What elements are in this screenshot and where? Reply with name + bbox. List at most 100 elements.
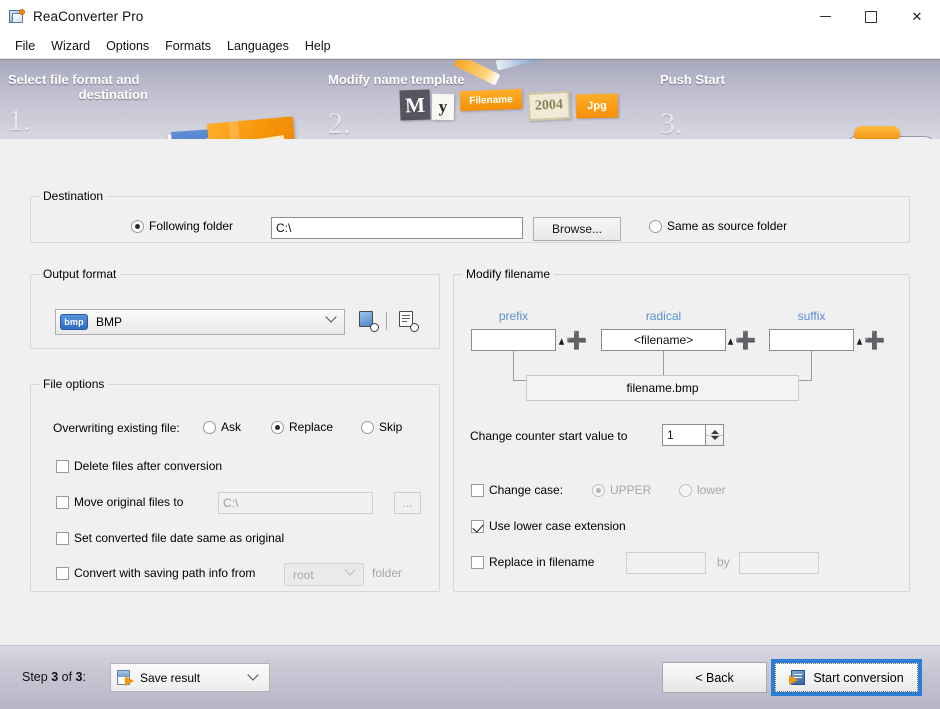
- suffix-label: suffix: [797, 309, 826, 323]
- banner-step-1-title-line1: Select file format and: [8, 72, 140, 87]
- window-title: ReaConverter Pro: [33, 9, 144, 24]
- start-conversion-button[interactable]: Start conversion: [771, 659, 922, 696]
- menu-item-file[interactable]: File: [7, 37, 43, 55]
- modify-filename-group: Modify filename prefix radical suffix ➕ …: [453, 267, 910, 592]
- checkbox-save-path-info-indicator: [56, 566, 69, 580]
- add-prefix-token-icon[interactable]: ➕: [558, 332, 587, 349]
- minimize-button[interactable]: [802, 0, 848, 33]
- radio-overwrite-skip-label: Skip: [379, 420, 403, 434]
- suffix-input[interactable]: [769, 329, 854, 351]
- menu-item-languages[interactable]: Languages: [219, 37, 297, 55]
- menu-item-wizard[interactable]: Wizard: [43, 37, 98, 55]
- brush-icon: [495, 60, 551, 71]
- menu-item-options[interactable]: Options: [98, 37, 157, 55]
- save-result-combo[interactable]: Save result: [110, 663, 270, 692]
- counter-label: Change counter start value to: [470, 429, 628, 443]
- banner-formats-graphic: JPG formats: [157, 116, 308, 139]
- move-original-browse-button[interactable]: ...: [394, 492, 421, 514]
- prefix-label: prefix: [498, 309, 529, 323]
- checkbox-save-path-info[interactable]: Convert with saving path info from: [56, 566, 255, 580]
- replace-by-label: by: [717, 555, 730, 569]
- replace-from-input[interactable]: [626, 552, 706, 574]
- prefix-input[interactable]: [471, 329, 556, 351]
- wizard-banner: Select file format and destination 1. JP…: [0, 59, 940, 139]
- filename-preview: filename.bmp: [526, 375, 799, 401]
- document-settings-icon[interactable]: [398, 311, 419, 332]
- add-suffix-token-icon[interactable]: ➕: [856, 332, 885, 349]
- step-indicator: Step 3 of 3:: [22, 670, 86, 684]
- toolbar-separator: [386, 312, 387, 330]
- destination-path-input[interactable]: [271, 217, 523, 239]
- start-conversion-icon: [789, 669, 806, 686]
- banner-tile-year: 2004: [527, 90, 571, 122]
- replace-to-input[interactable]: [739, 552, 819, 574]
- radio-following-folder[interactable]: Following folder: [131, 219, 233, 233]
- banner-step-3-number: 3.: [660, 107, 683, 139]
- step-mid: of: [58, 670, 76, 684]
- save-path-folder-label: folder: [372, 566, 403, 580]
- app-icon: [9, 8, 25, 25]
- radio-case-upper[interactable]: UPPER: [592, 483, 651, 497]
- radio-case-lower[interactable]: lower: [679, 483, 726, 497]
- checkbox-delete-after-conversion-indicator: [56, 459, 69, 473]
- banner-step-3: Push Start 3.: [660, 72, 840, 139]
- window-controls: ✕: [802, 0, 940, 33]
- save-path-root-combo[interactable]: root: [284, 563, 364, 586]
- banner-step-1: Select file format and destination 1.: [8, 72, 148, 136]
- checkbox-save-path-info-label: Convert with saving path info from: [74, 566, 256, 580]
- counter-input[interactable]: [662, 424, 706, 446]
- radio-case-upper-label: UPPER: [610, 483, 652, 497]
- checkbox-change-case-label: Change case:: [489, 483, 564, 497]
- bmp-format-icon: bmp: [60, 314, 88, 330]
- main-content: Destination Following folder Browse... S…: [0, 139, 940, 634]
- checkbox-delete-after-conversion[interactable]: Delete files after conversion: [56, 459, 222, 473]
- step-prefix: Step: [22, 670, 52, 684]
- close-button[interactable]: ✕: [894, 0, 940, 33]
- radio-overwrite-ask[interactable]: Ask: [203, 420, 241, 434]
- banner-step-1-number: 1.: [8, 104, 31, 137]
- radio-case-upper-indicator: [592, 483, 605, 497]
- radio-following-folder-indicator: [131, 219, 144, 233]
- checkbox-move-original-files-indicator: [56, 495, 69, 509]
- banner-step-1-title-line2: destination: [78, 87, 148, 102]
- checkbox-set-converted-date[interactable]: Set converted file date same as original: [56, 531, 284, 545]
- move-original-path-input[interactable]: [218, 492, 373, 514]
- banner-tile-jpg: Jpg: [575, 93, 619, 119]
- radio-overwrite-ask-indicator: [203, 420, 216, 434]
- add-radical-token-icon[interactable]: ➕: [727, 332, 756, 349]
- output-format-combo[interactable]: bmp BMP: [55, 309, 345, 335]
- file-options-group: File options Overwriting existing file: …: [30, 377, 440, 592]
- checkbox-move-original-files[interactable]: Move original files to: [56, 495, 183, 509]
- radio-overwrite-ask-label: Ask: [221, 420, 242, 434]
- radio-overwrite-replace-indicator: [271, 420, 284, 434]
- radio-overwrite-skip[interactable]: Skip: [361, 420, 402, 434]
- checkbox-move-original-files-label: Move original files to: [74, 495, 184, 509]
- checkbox-set-converted-date-indicator: [56, 531, 69, 545]
- image-settings-icon[interactable]: [358, 311, 379, 332]
- checkbox-replace-in-filename[interactable]: Replace in filename: [471, 555, 594, 569]
- menu-bar: File Wizard Options Formats Languages He…: [0, 33, 940, 59]
- step-suffix: :: [82, 670, 86, 684]
- radio-same-as-source[interactable]: Same as source folder: [649, 219, 787, 233]
- counter-spinner[interactable]: [706, 424, 724, 446]
- radio-following-folder-label: Following folder: [149, 219, 234, 233]
- banner-toaster-graphic: [846, 114, 940, 139]
- checkbox-replace-in-filename-label: Replace in filename: [489, 555, 595, 569]
- start-conversion-label: Start conversion: [813, 670, 904, 685]
- back-button[interactable]: < Back: [662, 662, 767, 693]
- browse-button[interactable]: Browse...: [533, 217, 621, 241]
- destination-legend: Destination: [43, 189, 104, 203]
- chevron-down-icon: [325, 311, 337, 323]
- maximize-button[interactable]: [848, 0, 894, 33]
- checkbox-lower-case-extension[interactable]: Use lower case extension: [471, 519, 626, 533]
- save-result-icon: [117, 669, 134, 686]
- output-format-group: Output format bmp BMP: [30, 267, 440, 349]
- file-options-legend: File options: [43, 377, 105, 391]
- spinner-up-icon: [710, 430, 719, 434]
- menu-item-help[interactable]: Help: [297, 37, 339, 55]
- menu-item-formats[interactable]: Formats: [157, 37, 219, 55]
- destination-group: Destination Following folder Browse... S…: [30, 189, 910, 243]
- radical-input[interactable]: [601, 329, 726, 351]
- checkbox-change-case[interactable]: Change case:: [471, 483, 563, 497]
- radio-overwrite-replace[interactable]: Replace: [271, 420, 333, 434]
